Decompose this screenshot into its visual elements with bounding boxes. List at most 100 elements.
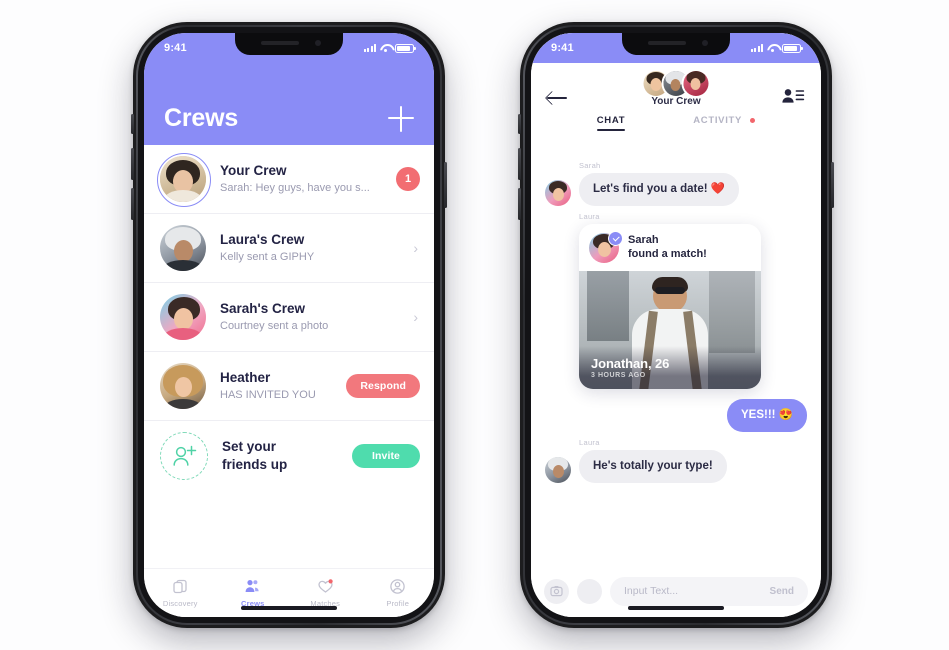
earpiece-speaker	[261, 41, 299, 45]
message-row: He's totally your type!	[545, 449, 807, 483]
signal-icon	[751, 44, 763, 52]
plus-icon[interactable]	[388, 105, 414, 132]
heart-icon	[317, 578, 334, 595]
list-item-text: Heather HAS INVITED YOU	[206, 369, 346, 404]
crew-name: Heather	[220, 369, 271, 385]
volume-down-button[interactable]	[131, 188, 134, 220]
chevron-right-icon: ›	[413, 240, 418, 256]
mute-switch[interactable]	[518, 114, 521, 134]
match-caption: Jonathan, 26 3 HOURS AGO	[579, 345, 761, 389]
status-time: 9:41	[551, 42, 574, 54]
search-input[interactable]: Input Text... Send	[610, 576, 808, 606]
list-item[interactable]: Sarah's Crew Courtney sent a photo ›	[144, 283, 434, 352]
cards-icon	[172, 578, 189, 595]
match-card-author: Sarah	[628, 234, 659, 247]
avatar	[545, 456, 571, 483]
notch	[622, 33, 730, 55]
chat-header-inner: Your Crew CHAT ACTIVITY	[531, 63, 821, 149]
tab-crews[interactable]: Crews	[217, 578, 290, 608]
person-icon	[389, 578, 406, 595]
tab-chat[interactable]: CHAT	[596, 115, 626, 131]
avatar	[589, 230, 623, 263]
message-sender: Laura	[579, 437, 600, 447]
respond-button[interactable]: Respond	[346, 374, 420, 398]
chat-tabs[interactable]: CHAT ACTIVITY	[531, 115, 821, 131]
match-timestamp: 3 HOURS AGO	[591, 371, 646, 379]
message-sender: Sarah	[579, 161, 601, 170]
message-sender: Laura	[579, 211, 600, 221]
signal-icon	[364, 44, 376, 52]
front-camera	[315, 40, 321, 46]
set-friends-up-row[interactable]: Set your friends up Invite	[144, 421, 434, 490]
avatar	[157, 153, 211, 207]
message-bubble: Let's find you a date! ❤️	[579, 173, 740, 206]
set-friends-up-line2: friends up	[222, 456, 288, 472]
mute-switch[interactable]	[131, 114, 134, 134]
list-item[interactable]: Your Crew Sarah: Hey guys, have you s...…	[144, 145, 434, 214]
list-item[interactable]: Heather HAS INVITED YOU Respond	[144, 352, 434, 421]
tab-activity[interactable]: ACTIVITY	[693, 115, 756, 131]
avatar	[681, 69, 711, 98]
tab-label: Profile	[386, 599, 410, 608]
volume-up-button[interactable]	[518, 148, 521, 180]
wifi-icon	[380, 44, 391, 53]
list-item-text: Your Crew Sarah: Hey guys, have you s...	[206, 162, 396, 197]
match-card-title: Sarah found a match!	[628, 234, 707, 262]
screenshot-stage: Crews 9:41 Your Crew Sarah: Hey guys, ha…	[0, 0, 949, 650]
circle-icon[interactable]	[577, 578, 602, 604]
list-item-text: Sarah's Crew Courtney sent a photo	[206, 300, 413, 335]
avatar	[160, 225, 206, 271]
match-photo: Jonathan, 26 3 HOURS AGO	[579, 270, 761, 389]
invite-button[interactable]: Invite	[351, 443, 420, 468]
power-button[interactable]	[444, 162, 447, 208]
crew-name: Your Crew	[220, 162, 287, 178]
volume-up-button[interactable]	[131, 148, 134, 180]
camera-icon[interactable]	[544, 578, 569, 604]
phone-right-screen: Your Crew CHAT ACTIVITY 9:41 Sarah Let's…	[531, 33, 821, 617]
crew-preview: Kelly sent a GIPHY	[220, 250, 315, 263]
status-indicators	[364, 43, 416, 53]
tab-matches[interactable]: Matches	[289, 578, 362, 608]
phone-right: Your Crew CHAT ACTIVITY 9:41 Sarah Let's…	[518, 22, 834, 628]
volume-down-button[interactable]	[518, 188, 521, 220]
add-person-glyph	[173, 445, 197, 466]
list-item-text: Laura's Crew Kelly sent a GIPHY	[206, 231, 413, 266]
battery-icon	[395, 43, 416, 53]
tab-label: Discovery	[162, 599, 198, 608]
list-item[interactable]: Laura's Crew Kelly sent a GIPHY ›	[144, 214, 434, 283]
home-indicator[interactable]	[628, 606, 724, 610]
people-icon	[244, 578, 261, 595]
crew-name: Laura's Crew	[220, 231, 305, 247]
phone-left: Crews 9:41 Your Crew Sarah: Hey guys, ha…	[131, 22, 447, 628]
home-indicator[interactable]	[241, 606, 337, 610]
match-card-header: Sarah found a match!	[579, 224, 761, 271]
avatar	[160, 294, 206, 340]
crews-header-row: Crews	[144, 104, 434, 133]
match-card[interactable]: Sarah found a match! Jonathan, 26 3 HOUR…	[579, 223, 761, 389]
tab-profile[interactable]: Profile	[362, 578, 435, 608]
crew-avatar-stack[interactable]	[641, 69, 711, 98]
match-card-action: found a match!	[628, 247, 707, 260]
verified-badge-icon	[608, 230, 623, 246]
chat-messages[interactable]: Sarah Let's find you a date! ❤️ Laura Sa…	[531, 149, 821, 565]
status-time: 9:41	[164, 42, 187, 54]
page-title: Crews	[164, 104, 239, 132]
tab-chat-label: CHAT	[596, 115, 626, 126]
send-button[interactable]: Send	[770, 586, 794, 597]
add-person-icon	[160, 431, 208, 480]
chevron-right-icon: ›	[413, 309, 418, 325]
tab-discovery[interactable]: Discovery	[144, 578, 217, 608]
front-camera	[702, 40, 708, 46]
crews-list[interactable]: Your Crew Sarah: Hey guys, have you s...…	[144, 145, 434, 569]
set-friends-up-line1: Set your	[222, 439, 277, 455]
tab-activity-label: ACTIVITY	[693, 115, 742, 126]
match-name: Jonathan, 26	[591, 355, 670, 371]
power-button[interactable]	[831, 162, 834, 208]
unread-badge: 1	[396, 167, 420, 191]
crew-name: Sarah's Crew	[220, 300, 306, 316]
wifi-icon	[767, 44, 778, 53]
activity-dot-badge	[750, 117, 756, 123]
crew-preview: HAS INVITED YOU	[220, 388, 316, 401]
avatar	[545, 179, 571, 206]
set-friends-up-text: Set your friends up	[208, 438, 352, 473]
